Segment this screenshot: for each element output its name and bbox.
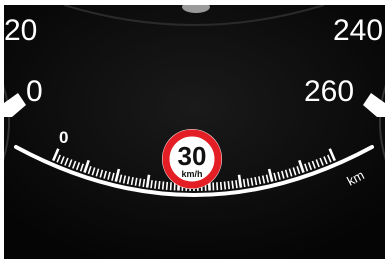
scale-minor-tick (219, 181, 223, 190)
scale-minor-tick (154, 180, 157, 189)
scale-minor-tick (150, 180, 153, 189)
scale-minor-tick (231, 180, 234, 189)
instrument-cluster-display: 20 0 240 260 0 km 30 km/h (4, 5, 385, 259)
scale-minor-tick (158, 181, 161, 190)
page-frame: 20 0 240 260 0 km 30 km/h (0, 0, 389, 261)
speed-limit-sign: 30 km/h (162, 129, 222, 189)
speed-limit-unit: km/h (181, 169, 202, 179)
speed-limit-value: 30 (178, 141, 207, 171)
left-gauge-label-20: 20 (4, 14, 37, 47)
cluster-graphics: 20 0 240 260 0 km 30 km/h (4, 5, 385, 259)
scale-minor-tick (223, 181, 227, 190)
right-gauge-label-260: 260 (304, 75, 354, 108)
scale-minor-tick (161, 181, 165, 190)
scale-minor-tick (169, 182, 172, 191)
scale-minor-tick (235, 180, 238, 189)
scale-minor-tick (216, 182, 219, 191)
right-gauge-label-240: 240 (333, 14, 383, 47)
scale-minor-tick (165, 181, 169, 190)
left-gauge-label-0: 0 (26, 75, 43, 108)
scale-start-label: 0 (59, 128, 68, 147)
scale-minor-tick (227, 181, 230, 190)
